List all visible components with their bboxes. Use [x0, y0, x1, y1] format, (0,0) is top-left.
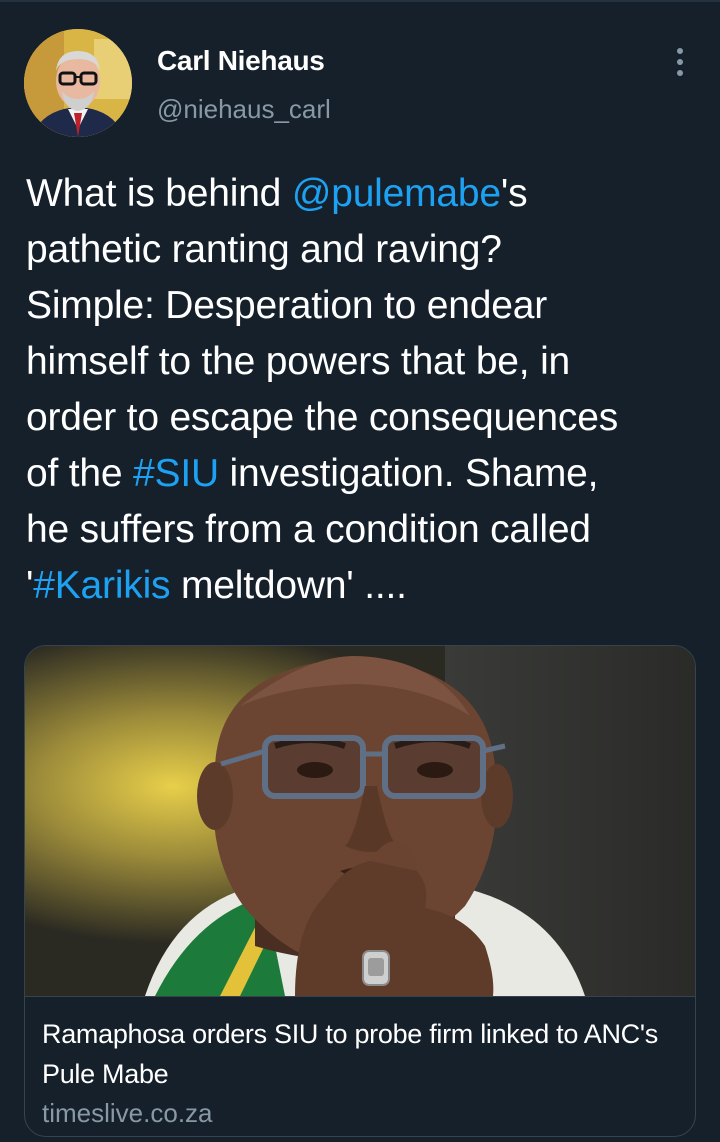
- tweet-text-segment: he suffers from a condition called: [26, 508, 591, 551]
- tweet-text-segment: meltdown' ....: [170, 564, 407, 607]
- avatar-photo: [24, 29, 132, 137]
- tweet-line: himself to the powers that be, in: [26, 334, 706, 390]
- top-divider: [0, 0, 720, 2]
- more-vertical-icon-dot: [677, 70, 683, 76]
- tweet-text-segment: himself to the powers that be, in: [26, 340, 571, 383]
- tweet-text-segment: 's: [500, 172, 528, 215]
- tweet-line: order to escape the consequences: [26, 390, 706, 446]
- tweet-line: pathetic ranting and raving?: [26, 222, 706, 278]
- tweet-line: What is behind @pulemabe's: [26, 166, 706, 222]
- hashtag-link[interactable]: #SIU: [133, 452, 219, 495]
- author-avatar[interactable]: [24, 29, 132, 137]
- author-display-name[interactable]: Carl Niehaus: [157, 44, 325, 78]
- link-preview-card[interactable]: Ramaphosa orders SIU to probe firm linke…: [24, 645, 696, 1137]
- author-handle[interactable]: @niehaus_carl: [157, 93, 331, 125]
- tweet-line: Simple: Desperation to endear: [26, 278, 706, 334]
- tweet-text: What is behind @pulemabe's pathetic ranti…: [26, 166, 706, 614]
- tweet-text-segment: order to escape the consequences: [26, 396, 619, 439]
- tweet-line: he suffers from a condition called: [26, 502, 706, 558]
- more-vertical-icon-dot: [677, 59, 683, 65]
- tweet-text-segment: of the: [26, 452, 134, 495]
- card-divider: [25, 996, 695, 997]
- link-preview-domain: timeslive.co.za: [42, 1098, 213, 1128]
- tweet-text-segment: What is behind: [26, 172, 292, 215]
- link-preview-title[interactable]: Ramaphosa orders SIU to probe firm linke…: [42, 1014, 682, 1094]
- link-preview-image[interactable]: [25, 646, 695, 996]
- more-vertical-icon: [677, 48, 683, 54]
- tweet-text-segment: investigation. Shame,: [218, 452, 599, 495]
- tweet-text-segment: Simple: Desperation to endear: [26, 284, 548, 327]
- mention-link[interactable]: @pulemabe: [292, 172, 501, 215]
- article-photo: [25, 646, 695, 996]
- more-options-button[interactable]: [664, 44, 696, 80]
- hashtag-link[interactable]: #Karikis: [33, 564, 170, 607]
- tweet-line: '#Karikis meltdown' ....: [26, 558, 706, 614]
- tweet-line: of the #SIU investigation. Shame,: [26, 446, 706, 502]
- tweet-text-segment: pathetic ranting and raving?: [26, 228, 502, 271]
